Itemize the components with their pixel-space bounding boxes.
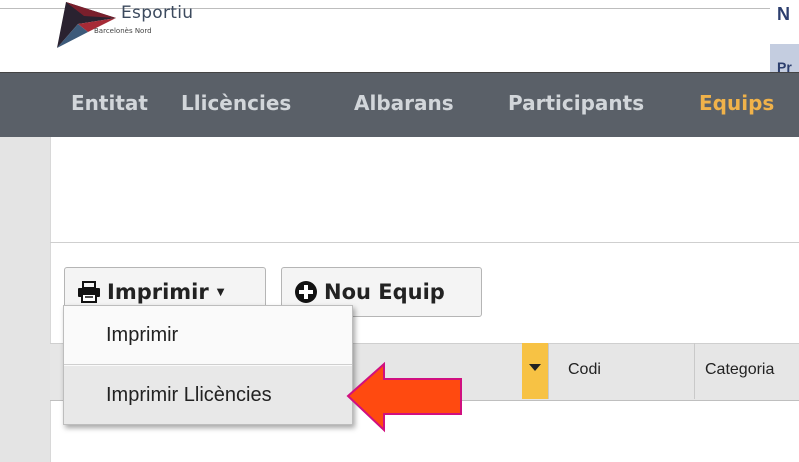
column-header-codi[interactable]: Codi	[568, 361, 601, 379]
menu-item-imprimir[interactable]: Imprimir	[64, 306, 352, 364]
nav-item-participants[interactable]: Participants	[508, 91, 644, 115]
column-header-categoria[interactable]: Categoria	[705, 361, 774, 379]
plus-circle-icon	[295, 281, 317, 303]
new-team-button-label: Nou Equip	[324, 280, 445, 304]
print-dropdown-menu: Imprimir Imprimir Llicències	[63, 305, 353, 425]
left-sidebar	[0, 137, 51, 462]
nav-item-entitat[interactable]: Entitat	[71, 91, 148, 115]
brand-name: Esportiu	[121, 3, 194, 23]
menu-item-imprimir-llicencies[interactable]: Imprimir Llicències	[64, 366, 352, 424]
nav-item-equips[interactable]: Equips	[699, 91, 774, 115]
print-button-label: Imprimir	[107, 280, 209, 304]
brand-logo-icon[interactable]	[54, 0, 124, 50]
column-separator	[694, 343, 695, 399]
sort-caret-icon	[529, 364, 541, 371]
nav-item-llicencies[interactable]: Llicències	[181, 91, 291, 115]
column-separator	[548, 343, 549, 399]
caret-down-icon: ▼	[216, 286, 225, 298]
printer-icon	[78, 281, 100, 303]
annotation-arrow-icon	[346, 362, 462, 433]
column-sort-toggle[interactable]	[522, 343, 548, 399]
site-header: Esportiu Barcelonès Nord N Pr	[0, 0, 799, 75]
main-nav: Entitat Llicències Albarans Participants…	[0, 72, 799, 137]
brand-subtitle: Barcelonès Nord	[94, 27, 152, 35]
nav-item-albarans[interactable]: Albarans	[354, 91, 454, 115]
header-cutoff-text: N	[777, 4, 790, 24]
menu-divider	[64, 364, 352, 365]
content-divider	[50, 242, 799, 243]
